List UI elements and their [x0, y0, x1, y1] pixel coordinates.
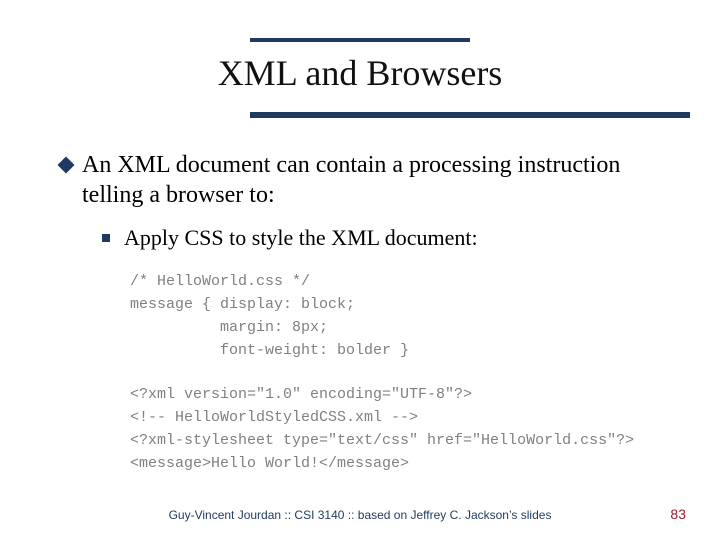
- bullet-level-1: An XML document can contain a processing…: [60, 150, 680, 210]
- square-bullet-icon: [102, 234, 110, 242]
- code-block-xml: <?xml version="1.0" encoding="UTF-8"?> <…: [130, 383, 680, 476]
- footer-attribution: Guy-Vincent Jourdan :: CSI 3140 :: based…: [0, 508, 720, 522]
- code-block-css: /* HelloWorld.css */ message { display: …: [130, 270, 680, 363]
- footer-page-number: 83: [670, 506, 686, 522]
- title-rule-top: [250, 38, 470, 42]
- bullet-level-2-text: Apply CSS to style the XML document:: [124, 224, 478, 252]
- slide-body: An XML document can contain a processing…: [60, 150, 680, 476]
- title-rule-bottom: [250, 112, 690, 118]
- slide: XML and Browsers An XML document can con…: [0, 0, 720, 540]
- diamond-bullet-icon: [58, 157, 75, 174]
- bullet-level-2: Apply CSS to style the XML document:: [102, 224, 680, 252]
- slide-title: XML and Browsers: [0, 52, 720, 94]
- bullet-level-1-text: An XML document can contain a processing…: [82, 150, 680, 210]
